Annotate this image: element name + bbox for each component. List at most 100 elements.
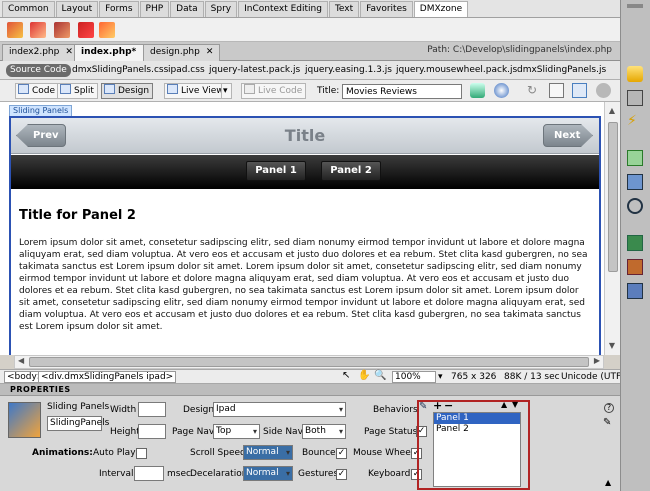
height-field[interactable] [138, 424, 166, 439]
insert-tab-favorites[interactable]: Favorites [360, 1, 413, 17]
scroll-down-icon[interactable]: ▼ [607, 341, 617, 351]
preview-browser-icon[interactable] [494, 83, 509, 98]
insert-tab-common[interactable]: Common [2, 1, 55, 17]
bounce-label: Bounce [302, 448, 336, 458]
related-file-jquery[interactable]: jquery-latest.pack.js [209, 64, 300, 77]
bounce-checkbox[interactable]: ✓ [336, 448, 347, 459]
related-file-easing[interactable]: jquery.easing.1.3.js [305, 64, 392, 77]
live-view-dropdown[interactable]: ▾ [221, 83, 232, 99]
scroll-right-icon[interactable]: ▶ [594, 356, 600, 365]
insert-tab-data[interactable]: Data [170, 1, 204, 17]
move-up-icon[interactable]: ▲ [501, 400, 507, 409]
bindings-icon[interactable] [627, 174, 643, 190]
design-select[interactable]: Ipad [213, 402, 346, 417]
page-nav-select[interactable]: Top [213, 424, 260, 439]
hand-tool-icon[interactable]: ✋ [358, 370, 370, 381]
code-view-button[interactable]: Code [15, 83, 60, 99]
keyboard-label: Keyboard [368, 469, 411, 479]
sliding-panels-insert-icon[interactable] [7, 22, 23, 38]
panel-2-button[interactable]: Panel 2 [321, 161, 381, 181]
visual-aids-icon[interactable] [572, 83, 587, 98]
zoom-tool-icon[interactable]: 🔍 [374, 370, 386, 381]
insert-tab-incontext-editing[interactable]: InContext Editing [238, 1, 328, 17]
flash-icon[interactable] [78, 22, 94, 38]
vertical-scrollbar[interactable]: ▲ ▼ [604, 102, 620, 355]
related-file-ipad-css[interactable]: ipad.css [168, 64, 205, 77]
insert-tab-forms[interactable]: Forms [99, 1, 139, 17]
find-icon[interactable] [627, 198, 643, 214]
widget-id-field[interactable]: SlidingPanels [47, 416, 109, 431]
document-toolbar: Code Split Design Live View ▾ Live Code … [0, 80, 620, 102]
edit-page-icon[interactable]: ✎ [603, 417, 611, 428]
related-file-mousewheel[interactable]: jquery.mousewheel.pack.js [396, 64, 517, 77]
edit-icon[interactable]: ✎ [419, 401, 427, 412]
snippets-icon[interactable] [627, 283, 643, 299]
side-nav-select[interactable]: Both [302, 424, 346, 439]
code-icon [18, 84, 29, 94]
panels-list[interactable]: Panel 1 Panel 2 [433, 412, 521, 487]
design-view[interactable]: Sliding Panels Prev Title Next Panel 1 P… [0, 102, 620, 355]
tab-design-php[interactable]: design.php ✕ [143, 44, 221, 61]
view-options-icon[interactable] [549, 83, 564, 98]
related-file-source-code[interactable]: Source Code [6, 64, 71, 77]
collapse-icon[interactable]: ▲ [605, 478, 611, 487]
panel-list-item-2[interactable]: Panel 2 [434, 424, 520, 435]
image-gallery-icon[interactable] [30, 22, 46, 38]
scroll-left-icon[interactable]: ◀ [18, 356, 24, 365]
assets-icon[interactable] [627, 259, 643, 275]
pointer-tool-icon[interactable]: ↖ [342, 370, 350, 381]
horizontal-scrollbar[interactable]: ◀ ▶ [14, 355, 604, 369]
msec-label: msec [167, 469, 191, 479]
window-size[interactable]: 765 x 326 [451, 372, 496, 382]
tag-selector-div[interactable]: <div.dmxSlidingPanels ipad> [38, 371, 177, 383]
extension-icon[interactable] [99, 22, 115, 38]
sliding-panels-icon [8, 402, 41, 438]
doc-title-input[interactable] [342, 84, 462, 99]
doc-title-label: Title: [317, 86, 340, 96]
help-icon[interactable]: ? [604, 403, 614, 413]
file-management-icon[interactable] [470, 83, 485, 98]
tab-index2-php[interactable]: index2.php ✕ [2, 44, 80, 61]
vertical-scroll-thumb[interactable] [608, 122, 618, 272]
related-file-css[interactable]: dmxSlidingPanels.css [72, 64, 168, 77]
css-styles-icon[interactable] [627, 90, 643, 106]
design-view-button[interactable]: Design [101, 83, 154, 99]
sliding-panels-widget[interactable]: Prev Title Next Panel 1 Panel 2 Title fo… [9, 116, 601, 355]
panel-list-item-1[interactable]: Panel 1 [434, 413, 520, 424]
insert-tab-layout[interactable]: Layout [55, 1, 99, 17]
horizontal-scroll-thumb[interactable] [29, 357, 589, 367]
interval-field[interactable] [134, 466, 164, 481]
files-icon[interactable] [627, 235, 643, 251]
move-down-icon[interactable]: ▼ [512, 400, 518, 409]
auto-play-checkbox[interactable] [136, 448, 147, 459]
insert-tab-php[interactable]: PHP [139, 1, 170, 17]
add-panel-button[interactable]: + [433, 399, 442, 412]
insert-panel-icon[interactable] [627, 66, 643, 82]
chevron-down-icon[interactable]: ▾ [438, 372, 443, 382]
deceleration-label: Decelaration [190, 469, 248, 479]
insert-tab-dmxzone[interactable]: DMXzone [413, 1, 469, 17]
split-view-button[interactable]: Split [57, 83, 98, 99]
dock-grip[interactable] [627, 4, 643, 8]
deceleration-select[interactable]: Normal [243, 466, 293, 481]
databases-icon[interactable] [627, 150, 643, 166]
refresh-icon[interactable]: ↻ [527, 83, 542, 98]
scroll-speed-select[interactable]: Normal [243, 445, 293, 460]
zoom-select[interactable]: 100% [392, 371, 436, 383]
media-icon[interactable] [54, 22, 70, 38]
close-icon[interactable]: ✕ [65, 47, 73, 57]
validate-icon[interactable] [596, 83, 611, 98]
behaviors-panel-icon[interactable]: ⚡ [627, 113, 643, 129]
live-view-button[interactable]: Live View [164, 83, 228, 99]
panel-1-button[interactable]: Panel 1 [246, 161, 306, 181]
remove-panel-button[interactable]: − [444, 399, 453, 412]
insert-tab-spry[interactable]: Spry [204, 1, 238, 17]
gestures-checkbox[interactable]: ✓ [336, 469, 347, 480]
related-file-js[interactable]: dmxSlidingPanels.js [517, 64, 606, 77]
close-icon[interactable]: ✕ [206, 47, 214, 57]
width-field[interactable] [138, 402, 166, 417]
insert-tab-text[interactable]: Text [328, 1, 360, 17]
properties-header[interactable]: PROPERTIES [0, 384, 620, 396]
scroll-up-icon[interactable]: ▲ [607, 106, 617, 116]
live-code-button[interactable]: Live Code [241, 83, 307, 99]
